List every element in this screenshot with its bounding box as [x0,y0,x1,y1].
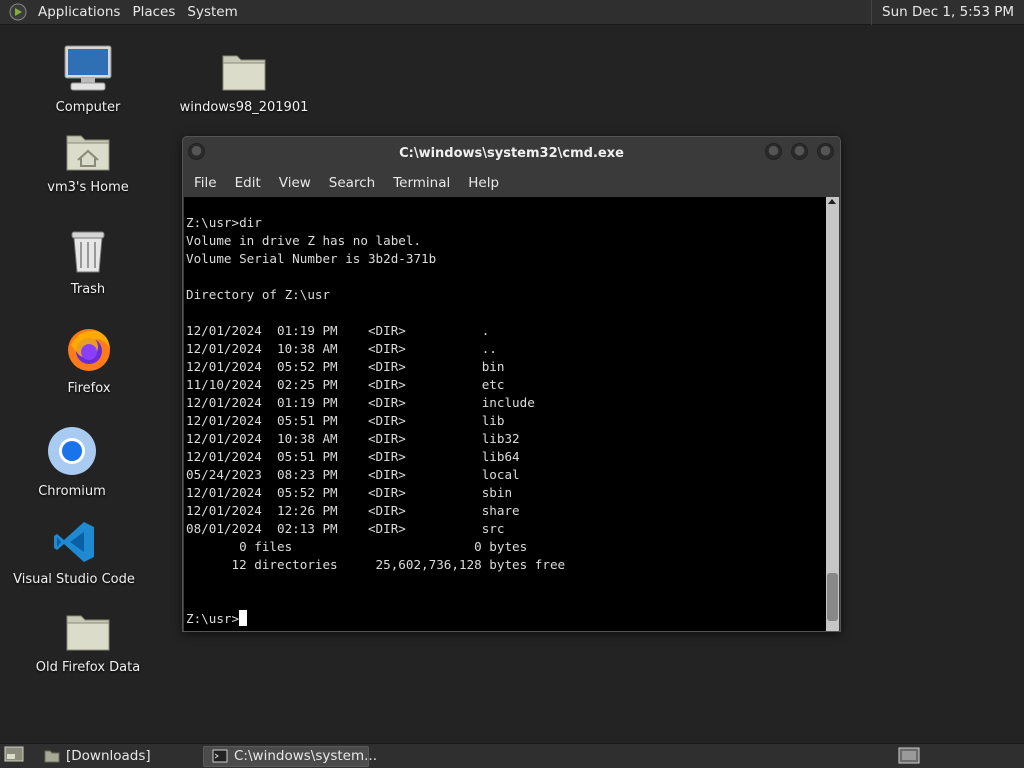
folder-icon [44,749,60,763]
desktop-icon-computer[interactable]: Computer [23,44,153,115]
terminal-window: C:\windows\system32\cmd.exe File Edit Vi… [182,136,841,632]
menu-help[interactable]: Help [459,175,508,191]
window-menubar: File Edit View Search Terminal Help [183,169,840,196]
show-desktop-icon [4,746,24,766]
desktop-icon-label: windows98_201901 [179,100,309,115]
chromium-icon [47,426,97,480]
applications-logo-icon[interactable] [8,2,28,22]
terminal-scrollbar[interactable] [826,197,839,631]
window-menu-button[interactable] [188,143,205,160]
text-cursor [239,610,248,626]
terminal-output: Z:\usr>dir Volume in drive Z has no labe… [186,214,827,628]
applications-menu[interactable]: Applications [32,4,126,20]
terminal-output-text: Z:\usr>dir Volume in drive Z has no labe… [186,215,566,572]
desktop-icon-old-firefox-data[interactable]: Old Firefox Data [23,604,153,675]
window-title: C:\windows\system32\cmd.exe [399,145,624,161]
clock[interactable]: Sun Dec 1, 5:53 PM [871,0,1020,25]
computer-icon [63,44,113,96]
menu-view[interactable]: View [270,175,320,191]
workspace-switcher[interactable] [898,747,920,768]
taskbar-item-label: C:\windows\system... [234,748,378,764]
vscode-icon [52,520,96,568]
firefox-icon [65,325,113,377]
system-menu[interactable]: System [181,4,243,20]
scroll-up-arrow-icon[interactable] [828,199,836,204]
folder-icon [65,612,111,656]
desktop-icon-trash[interactable]: Trash [23,226,153,297]
close-button[interactable] [817,143,834,160]
desktop-icon-label: Computer [55,100,121,115]
home-folder-icon [65,130,111,176]
terminal-area[interactable]: Z:\usr>dir Volume in drive Z has no labe… [184,197,827,631]
terminal-prompt: Z:\usr> [186,611,240,626]
desktop-icon-label: Trash [70,282,106,297]
desktop-icon-label: Chromium [38,484,106,499]
menu-file[interactable]: File [185,175,226,191]
minimize-button[interactable] [765,143,782,160]
desktop-icon-label: Old Firefox Data [35,660,141,675]
menu-search[interactable]: Search [320,175,384,191]
desktop-icon-chromium[interactable]: Chromium [7,426,137,499]
desktop-icon-home[interactable]: vm3's Home [23,124,153,195]
terminal-icon [212,749,228,763]
taskbar-item-downloads[interactable]: [Downloads] [36,746,198,767]
desktop-icon-windows98[interactable]: windows98_201901 [179,44,309,115]
menu-terminal[interactable]: Terminal [384,175,459,191]
desktop-icon-label: vm3's Home [47,180,129,195]
bottom-panel: [Downloads] C:\windows\system... [0,743,1024,768]
taskbar-item-cmd[interactable]: C:\windows\system... [203,745,377,767]
show-desktop-button[interactable] [0,746,28,767]
places-menu[interactable]: Places [126,4,181,20]
desktop-icon-label: Firefox [67,381,111,396]
menu-edit[interactable]: Edit [226,175,270,191]
desktop-icon-label: Visual Studio Code [13,572,135,587]
folder-icon [221,52,267,96]
maximize-button[interactable] [791,143,808,160]
taskbar-item-label: [Downloads] [66,748,151,764]
window-titlebar[interactable]: C:\windows\system32\cmd.exe [183,137,840,169]
trash-icon [68,228,108,278]
scrollbar-thumb[interactable] [827,573,838,621]
desktop-icon-vscode[interactable]: Visual Studio Code [9,516,139,587]
top-panel: Applications Places System Sun Dec 1, 5:… [0,0,1024,25]
desktop-icon-firefox[interactable]: Firefox [24,325,154,396]
